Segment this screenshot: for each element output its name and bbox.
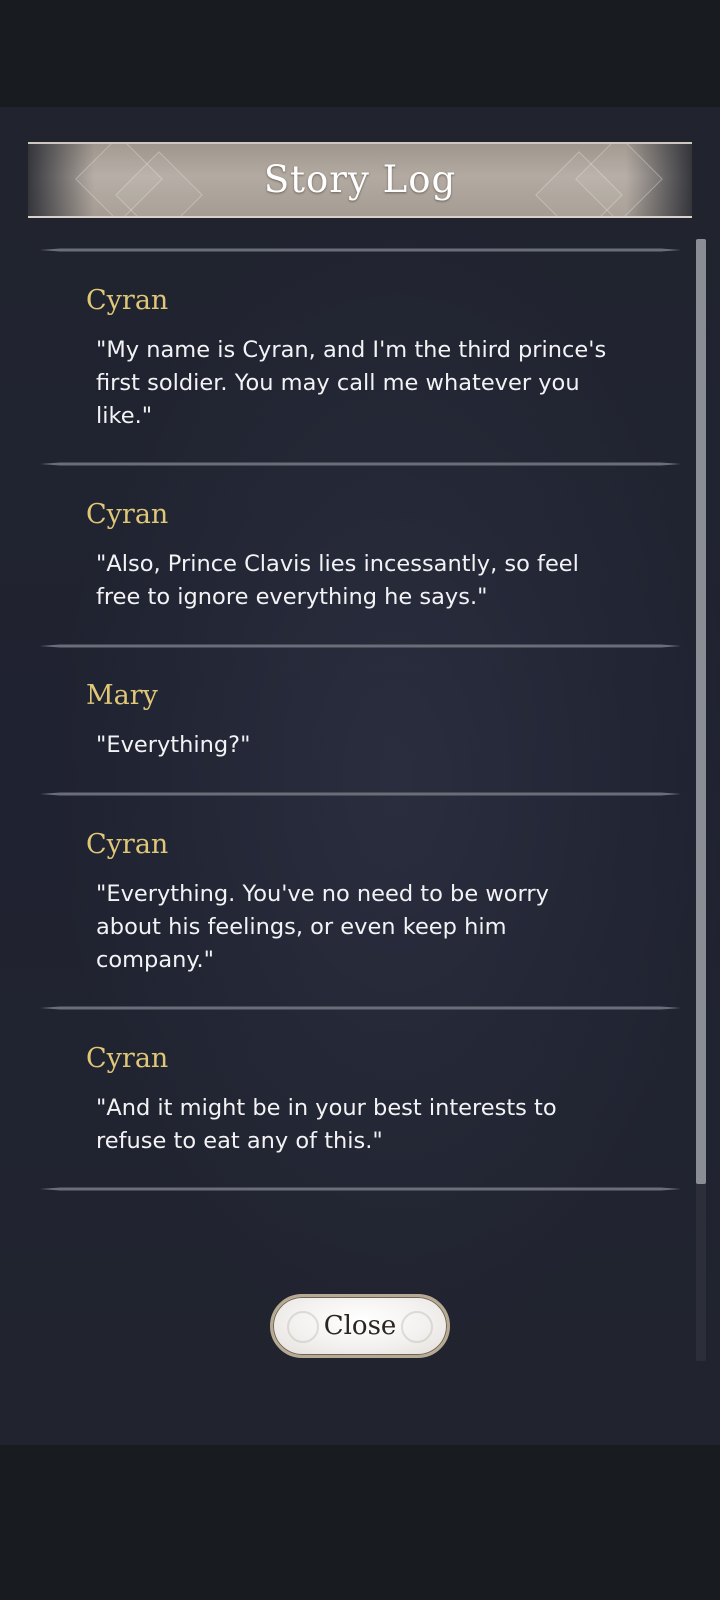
close-button-label: Close bbox=[323, 1311, 397, 1341]
dialogue-text: "Everything?" bbox=[96, 729, 616, 762]
dialogue-line: "Also, Prince Clavis lies incessantly, s… bbox=[96, 551, 579, 577]
swirl-ornament-icon bbox=[287, 1311, 319, 1343]
dialogue-line: company." bbox=[96, 947, 214, 973]
entry-divider bbox=[40, 792, 681, 796]
dialogue-line: "Everything. You've no need to be worry bbox=[96, 881, 549, 907]
scrollbar-thumb[interactable] bbox=[696, 239, 706, 1184]
speaker-name: Cyran bbox=[86, 829, 169, 860]
dialogue-line: refuse to eat any of this." bbox=[96, 1128, 383, 1154]
entry-divider bbox=[40, 1006, 681, 1010]
dialogue-line: "And it might be in your best interests … bbox=[96, 1095, 557, 1121]
navigation-bar-area bbox=[0, 1445, 720, 1600]
story-log-panel: Story Log Cyran "My name is Cyran, and I… bbox=[0, 107, 720, 1445]
page-title: Story Log bbox=[263, 158, 457, 201]
dialogue-line: free to ignore everything he says." bbox=[96, 584, 488, 610]
dialogue-text: "And it might be in your best interests … bbox=[96, 1092, 616, 1158]
entry-divider bbox=[40, 1187, 681, 1191]
status-bar-area bbox=[0, 0, 720, 107]
speaker-name: Cyran bbox=[86, 1043, 169, 1074]
dialogue-text: "My name is Cyran, and I'm the third pri… bbox=[96, 334, 616, 433]
dialogue-line: "My name is Cyran, and I'm the third pri… bbox=[96, 337, 607, 363]
dialogue-text: "Everything. You've no need to be worry … bbox=[96, 878, 616, 977]
entry-divider bbox=[40, 248, 681, 252]
dialogue-line: first soldier. You may call me whatever … bbox=[96, 370, 580, 396]
dialogue-line: like." bbox=[96, 403, 153, 429]
dialogue-line: "Everything?" bbox=[96, 732, 251, 758]
entry-divider bbox=[40, 644, 681, 648]
story-log-header: Story Log bbox=[28, 142, 692, 218]
speaker-name: Mary bbox=[86, 680, 158, 711]
dialogue-text: "Also, Prince Clavis lies incessantly, s… bbox=[96, 548, 616, 614]
dialogue-line: about his feelings, or even keep him bbox=[96, 914, 507, 940]
swirl-ornament-icon bbox=[401, 1311, 433, 1343]
speaker-name: Cyran bbox=[86, 499, 169, 530]
entry-divider bbox=[40, 462, 681, 466]
close-button[interactable]: Close bbox=[270, 1294, 450, 1358]
speaker-name: Cyran bbox=[86, 285, 169, 316]
